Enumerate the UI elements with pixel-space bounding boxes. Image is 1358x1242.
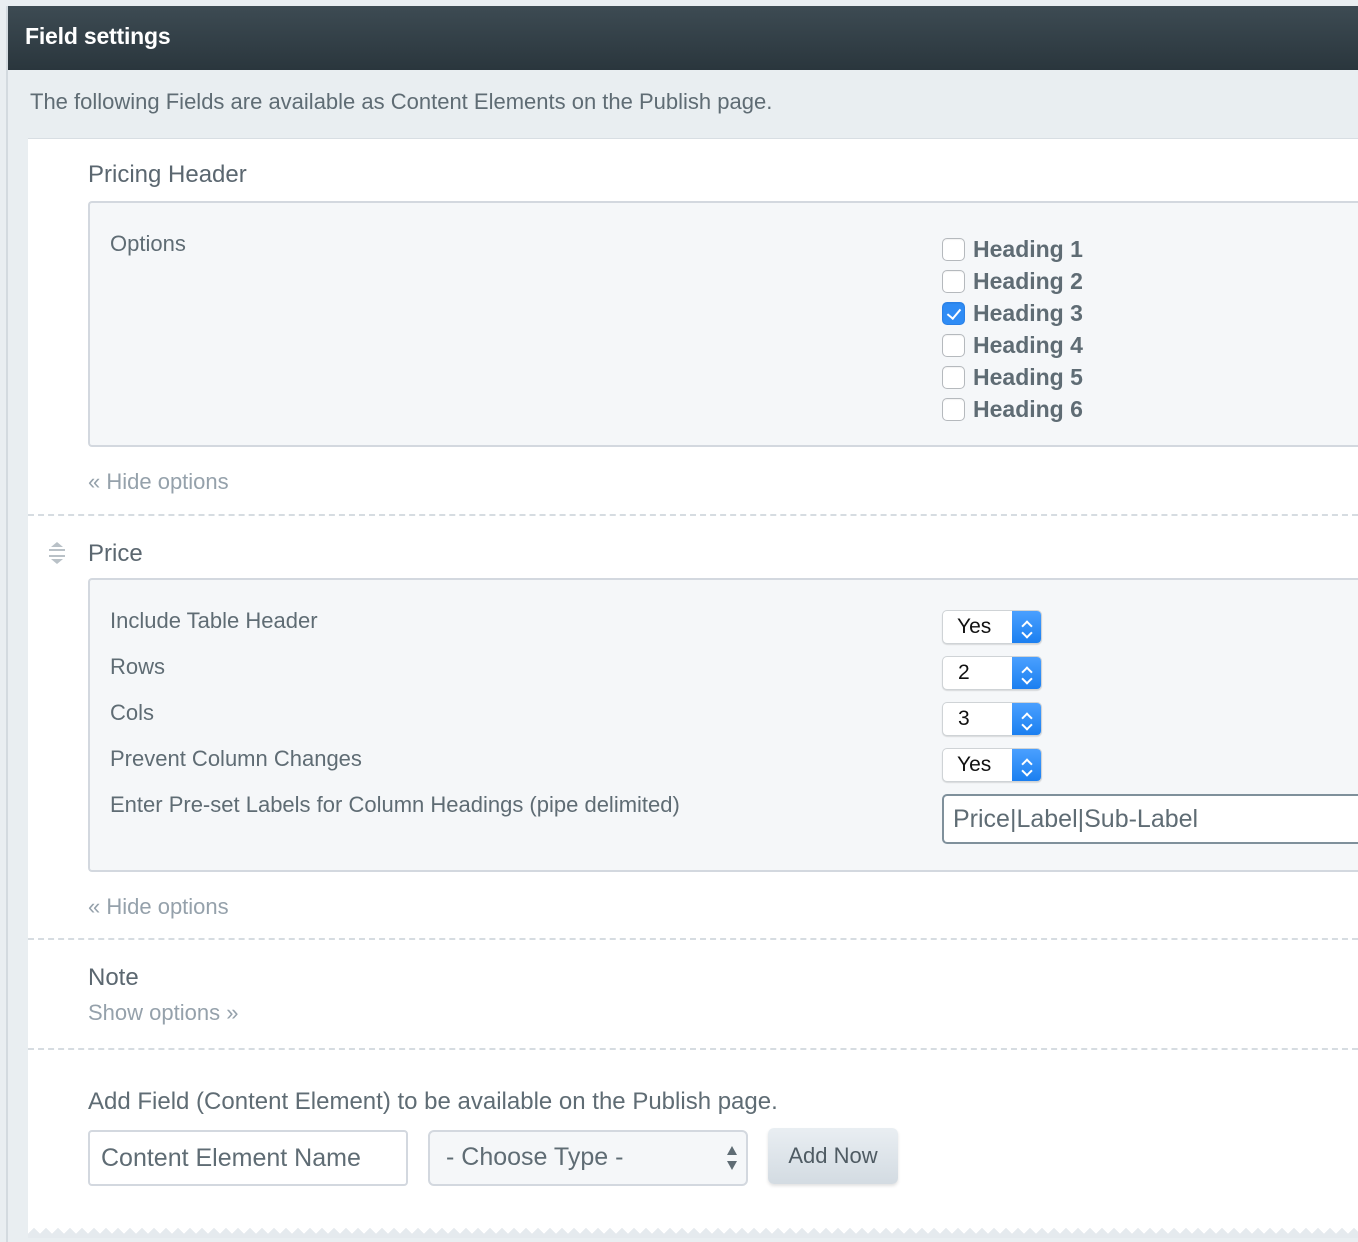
setting-label-cols: Cols <box>110 700 155 725</box>
checkbox[interactable] <box>942 269 965 293</box>
select-arrows-icon <box>1012 611 1041 643</box>
checkbox[interactable] <box>942 397 965 421</box>
checkbox[interactable] <box>942 365 965 389</box>
select-value: Yes <box>957 753 992 776</box>
select-arrows-icon <box>1012 749 1041 781</box>
heading-checklist: Heading 1 Heading 2 Heading 3 Heading 4 <box>942 233 1083 425</box>
fields-card: Pricing Header Options Heading 1 Heading… <box>28 138 1358 1238</box>
setting-label-preset-labels: Enter Pre-set Labels for Column Headings… <box>110 792 680 817</box>
content-element-name-input[interactable] <box>88 1130 408 1186</box>
show-options-link[interactable]: Show options » <box>88 1000 238 1026</box>
include-table-header-select[interactable]: Yes <box>942 610 1042 644</box>
field-pricing-header: Pricing Header Options Heading 1 Heading… <box>28 139 1358 516</box>
choose-type-select[interactable]: - Choose Type - <box>428 1130 748 1186</box>
checkbox-heading-2[interactable]: Heading 2 <box>942 265 1083 297</box>
checkbox-heading-3[interactable]: Heading 3 <box>942 297 1083 329</box>
field-title: Price <box>88 540 143 567</box>
cols-select[interactable]: 3 <box>942 702 1042 736</box>
select-value: 2 <box>958 661 970 684</box>
drag-handle-icon[interactable] <box>48 540 66 566</box>
checkbox-label: Heading 1 <box>973 235 1083 262</box>
select-value: Yes <box>957 615 992 638</box>
checkbox-label: Heading 2 <box>973 267 1083 294</box>
intro-text: The following Fields are available as Co… <box>30 89 773 114</box>
add-field-title: Add Field (Content Element) to be availa… <box>88 1088 778 1115</box>
torn-edge-divider <box>28 1226 1358 1238</box>
setting-label-rows: Rows <box>110 654 166 679</box>
select-updown-icon <box>726 1146 738 1170</box>
prevent-column-changes-select[interactable]: Yes <box>942 748 1042 782</box>
field-note: Note Show options » <box>28 940 1358 1050</box>
panel-title: Field settings <box>8 6 1358 70</box>
select-arrows-icon <box>1012 657 1041 689</box>
hide-options-link[interactable]: « Hide options <box>88 894 229 920</box>
rows-select[interactable]: 2 <box>942 656 1042 690</box>
hide-options-link[interactable]: « Hide options <box>88 469 229 495</box>
checkbox-heading-5[interactable]: Heading 5 <box>942 361 1083 393</box>
checkbox[interactable] <box>942 333 965 357</box>
select-value: - Choose Type - <box>446 1143 624 1171</box>
options-label: Options <box>110 231 186 256</box>
field-title: Pricing Header <box>88 161 247 188</box>
checkbox-heading-4[interactable]: Heading 4 <box>942 329 1083 361</box>
checkbox-label: Heading 6 <box>973 395 1083 422</box>
setting-label-include-table-header: Include Table Header <box>110 608 318 633</box>
checkbox-label: Heading 5 <box>973 363 1083 390</box>
checkbox[interactable] <box>942 237 965 261</box>
field-settings-panel: Field settings The following Fields are … <box>6 6 1358 1242</box>
options-box: Include Table Header Rows Cols Prevent C… <box>88 578 1358 872</box>
setting-label-prevent-column-changes: Prevent Column Changes <box>110 746 362 771</box>
add-now-button[interactable]: Add Now <box>768 1128 898 1184</box>
options-box: Options Heading 1 Heading 2 Heading 3 He… <box>88 201 1358 447</box>
field-price: Price Include Table Header Rows Cols Pre… <box>28 516 1358 940</box>
select-value: 3 <box>958 707 970 730</box>
add-field-section: Add Field (Content Element) to be availa… <box>28 1050 1358 1220</box>
checkbox-label: Heading 3 <box>973 299 1083 326</box>
checkbox-checked[interactable] <box>942 301 965 325</box>
checkbox-heading-1[interactable]: Heading 1 <box>942 233 1083 265</box>
preset-labels-input[interactable] <box>942 794 1358 844</box>
field-title: Note <box>88 964 139 991</box>
checkbox-heading-6[interactable]: Heading 6 <box>942 393 1083 425</box>
checkbox-label: Heading 4 <box>973 331 1083 358</box>
select-arrows-icon <box>1012 703 1041 735</box>
